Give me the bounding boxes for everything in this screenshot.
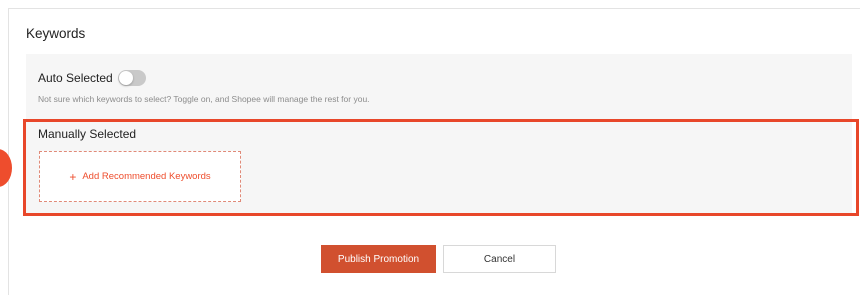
- section-title: Keywords: [26, 26, 86, 41]
- auto-selected-label: Auto Selected: [38, 71, 113, 85]
- toggle-knob: [119, 71, 133, 85]
- cancel-button[interactable]: Cancel: [443, 245, 556, 273]
- auto-selected-hint: Not sure which keywords to select? Toggl…: [38, 94, 370, 104]
- auto-selected-toggle[interactable]: [118, 70, 146, 86]
- highlight-annotation: [23, 119, 859, 216]
- publish-promotion-button[interactable]: Publish Promotion: [321, 245, 436, 273]
